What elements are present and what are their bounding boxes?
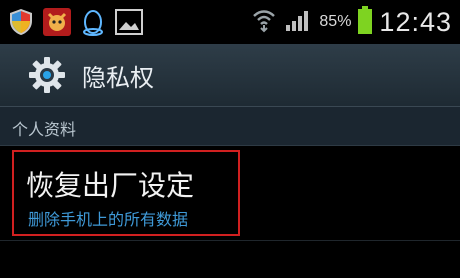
clock: 12:43 — [379, 6, 452, 37]
list-item-title: 恢复出厂设定 — [26, 169, 195, 202]
image-icon — [114, 7, 144, 37]
title-bar: 隐私权 — [0, 44, 460, 107]
section-header: 个人资料 — [0, 107, 460, 146]
shield-icon — [6, 7, 36, 37]
system-status: 85% 12:43 — [251, 0, 452, 44]
battery-percent: 85% — [319, 13, 352, 30]
page-title: 隐私权 — [82, 64, 154, 92]
qq-penguin-icon — [78, 7, 108, 37]
notification-icons — [6, 6, 144, 38]
status-bar: 85% 12:43 — [0, 0, 460, 44]
wifi-icon — [251, 7, 277, 37]
section-label: 个人资料 — [12, 120, 77, 139]
list-item-subtitle: 删除手机上的所有数据 — [28, 210, 189, 229]
divider — [0, 240, 460, 241]
battery-icon — [357, 6, 373, 38]
signal-icon — [283, 7, 313, 37]
app-icon — [42, 7, 72, 37]
gear-icon[interactable] — [28, 56, 66, 94]
